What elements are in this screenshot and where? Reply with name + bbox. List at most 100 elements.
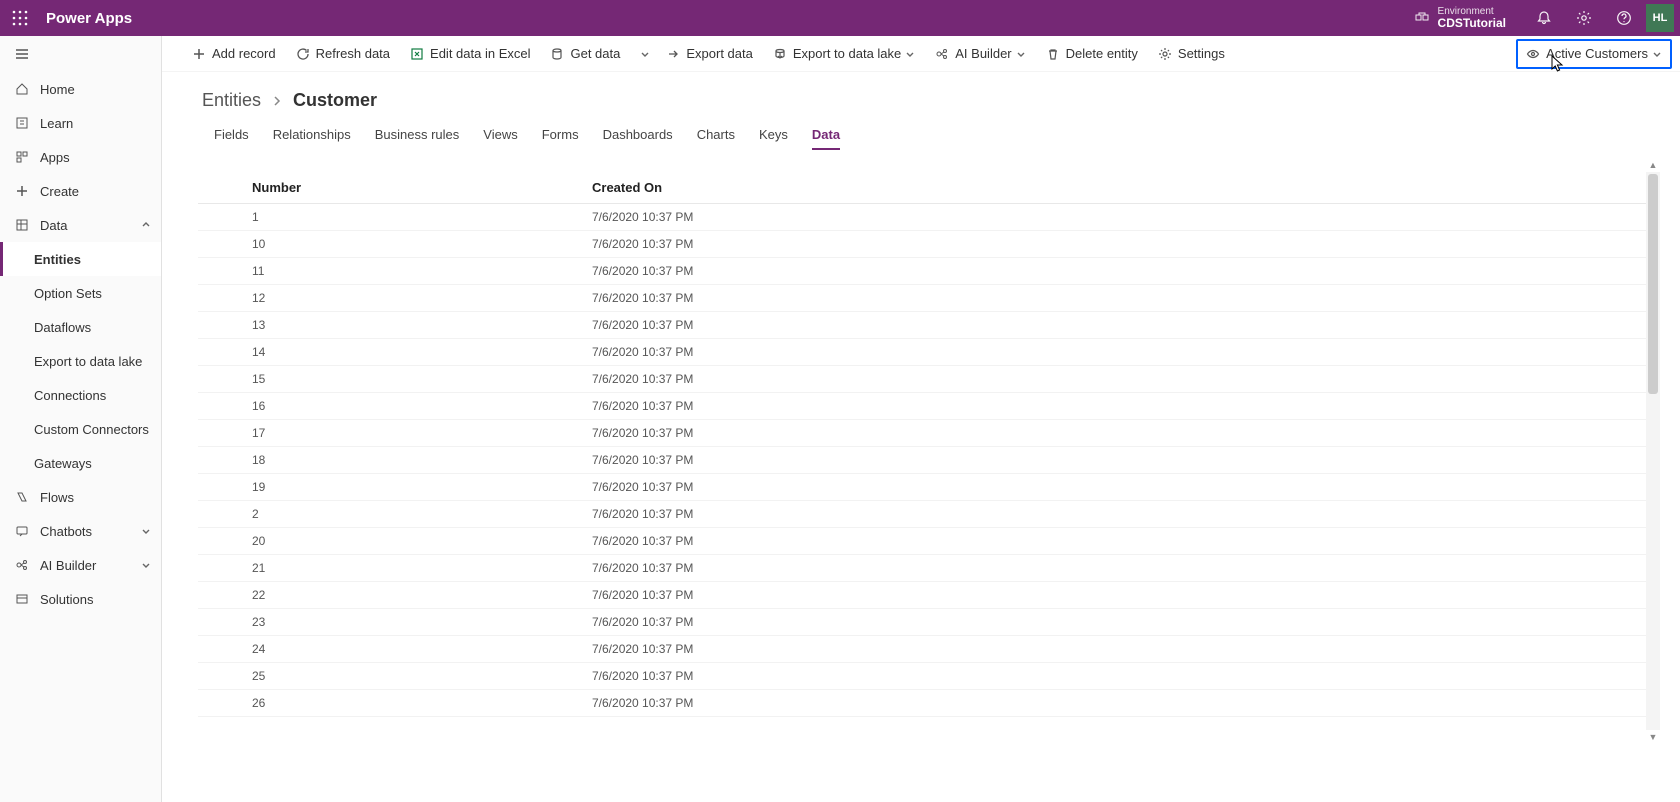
chevron-up-icon [141,220,151,230]
nav-gateways[interactable]: Gateways [0,446,161,480]
cell-created: 7/6/2020 10:37 PM [582,366,1660,393]
user-avatar[interactable]: HL [1646,4,1674,32]
tab-forms[interactable]: Forms [530,119,591,152]
tab-views[interactable]: Views [471,119,529,152]
table-row[interactable]: 217/6/2020 10:37 PM [198,555,1660,582]
tab-dashboards[interactable]: Dashboards [591,119,685,152]
notifications-button[interactable] [1524,10,1564,26]
scroll-up-icon[interactable]: ▲ [1646,158,1660,172]
table-row[interactable]: 157/6/2020 10:37 PM [198,366,1660,393]
export-to-data-lake-button[interactable]: Export to data lake [763,36,925,71]
nav-dataflows[interactable]: Dataflows [0,310,161,344]
table-row[interactable]: 177/6/2020 10:37 PM [198,420,1660,447]
nav-connections[interactable]: Connections [0,378,161,412]
table-row[interactable]: 137/6/2020 10:37 PM [198,312,1660,339]
settings-button[interactable] [1564,10,1604,26]
nav-apps[interactable]: Apps [0,140,161,174]
cell-created: 7/6/2020 10:37 PM [582,312,1660,339]
delete-entity-button[interactable]: Delete entity [1036,36,1148,71]
cell-number: 2 [242,501,582,528]
nav-export-lake-label: Export to data lake [34,354,142,369]
nav-custom-connectors[interactable]: Custom Connectors [0,412,161,446]
chevron-down-icon [1016,49,1026,59]
ai-builder-button[interactable]: AI Builder [925,36,1035,71]
table-row[interactable]: 187/6/2020 10:37 PM [198,447,1660,474]
flows-icon [12,490,32,504]
nav-chatbots[interactable]: Chatbots [0,514,161,548]
table-row[interactable]: 117/6/2020 10:37 PM [198,258,1660,285]
nav-export-lake[interactable]: Export to data lake [0,344,161,378]
tab-fields[interactable]: Fields [202,119,261,152]
table-row[interactable]: 197/6/2020 10:37 PM [198,474,1660,501]
add-record-button[interactable]: Add record [182,36,286,71]
tab-data[interactable]: Data [800,119,852,152]
table-row[interactable]: 107/6/2020 10:37 PM [198,231,1660,258]
nav-home[interactable]: Home [0,72,161,106]
plus-icon [12,184,32,198]
environment-label: Environment [1438,6,1506,17]
table-row[interactable]: 127/6/2020 10:37 PM [198,285,1660,312]
app-title: Power Apps [46,10,132,27]
export-data-button[interactable]: Export data [656,36,763,71]
table-row[interactable]: 27/6/2020 10:37 PM [198,501,1660,528]
table-row[interactable]: 247/6/2020 10:37 PM [198,636,1660,663]
help-button[interactable] [1604,10,1644,26]
col-header-created[interactable]: Created On [582,172,1660,204]
edit-in-excel-label: Edit data in Excel [430,46,530,61]
cell-number: 22 [242,582,582,609]
nav-create[interactable]: Create [0,174,161,208]
table-row[interactable]: 237/6/2020 10:37 PM [198,609,1660,636]
table-row[interactable]: 267/6/2020 10:37 PM [198,690,1660,717]
cell-number: 23 [242,609,582,636]
nav-solutions[interactable]: Solutions [0,582,161,616]
cell-number: 15 [242,366,582,393]
apps-icon [12,150,32,164]
cell-created: 7/6/2020 10:37 PM [582,420,1660,447]
nav-learn[interactable]: Learn [0,106,161,140]
nav-flows[interactable]: Flows [0,480,161,514]
edit-in-excel-button[interactable]: Edit data in Excel [400,36,540,71]
cell-created: 7/6/2020 10:37 PM [582,231,1660,258]
home-icon [12,82,32,96]
cell-number: 21 [242,555,582,582]
view-selector-dropdown[interactable]: Active Customers [1516,39,1672,69]
tab-charts[interactable]: Charts [685,119,747,152]
collapse-nav-button[interactable] [0,36,161,72]
tab-relationships[interactable]: Relationships [261,119,363,152]
scrollbar-thumb[interactable] [1648,174,1658,394]
nav-entities[interactable]: Entities [0,242,161,276]
table-row[interactable]: 207/6/2020 10:37 PM [198,528,1660,555]
breadcrumb-leaf: Customer [293,90,377,111]
nav-option-sets-label: Option Sets [34,286,102,301]
cell-number: 12 [242,285,582,312]
tab-business-rules[interactable]: Business rules [363,119,472,152]
export-lake-label: Export to data lake [793,46,901,61]
table-row[interactable]: 257/6/2020 10:37 PM [198,663,1660,690]
data-icon [12,218,32,232]
tab-keys[interactable]: Keys [747,119,800,152]
breadcrumb-root[interactable]: Entities [202,90,261,111]
table-row[interactable]: 17/6/2020 10:37 PM [198,204,1660,231]
refresh-data-button[interactable]: Refresh data [286,36,400,71]
nav-chatbots-label: Chatbots [40,524,92,539]
table-row[interactable]: 167/6/2020 10:37 PM [198,393,1660,420]
environment-icon [1414,10,1430,26]
nav-option-sets[interactable]: Option Sets [0,276,161,310]
cell-created: 7/6/2020 10:37 PM [582,474,1660,501]
view-selector-label: Active Customers [1546,46,1648,61]
col-header-number[interactable]: Number [242,172,582,204]
table-row[interactable]: 227/6/2020 10:37 PM [198,582,1660,609]
settings-button[interactable]: Settings [1148,36,1235,71]
get-data-button[interactable]: Get data [540,36,630,71]
nav-create-label: Create [40,184,79,199]
environment-picker[interactable]: Environment CDSTutorial [1414,6,1506,30]
refresh-icon [296,47,310,61]
app-launcher-button[interactable] [0,10,40,26]
nav-ai-builder[interactable]: AI Builder [0,548,161,582]
cell-number: 26 [242,690,582,717]
nav-data[interactable]: Data [0,208,161,242]
scroll-down-icon[interactable]: ▼ [1646,730,1660,744]
get-data-split-button[interactable] [630,36,656,71]
vertical-scrollbar[interactable]: ▲ ▼ [1646,172,1660,730]
table-row[interactable]: 147/6/2020 10:37 PM [198,339,1660,366]
